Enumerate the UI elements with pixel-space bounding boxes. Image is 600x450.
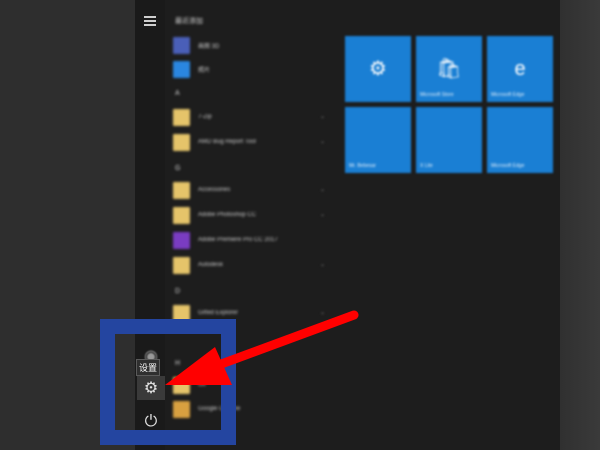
tile-4[interactable]: Mr. Bebesar	[345, 107, 411, 173]
section-header-recent: 最近添加	[175, 18, 203, 25]
chevron-down-icon[interactable]: ⌄	[320, 211, 325, 218]
premiere-icon	[173, 231, 190, 249]
folder-icon	[173, 304, 190, 322]
store-icon: 🛍	[436, 58, 462, 80]
paint3d-icon	[173, 36, 190, 54]
app-item-chrome[interactable]: Google Chrome	[173, 398, 333, 420]
start-menu: 最近添加 画图 3D 照片 A 7-Zip ⌄ AMD Bug Report T…	[135, 0, 560, 450]
tile-grid: ⚙ 🛍 Microsoft Store e Microsoft Edge Mr.…	[345, 36, 555, 176]
app-item-photos[interactable]: 照片	[173, 58, 333, 80]
app-item-premiere[interactable]: Adobe Premiere Pro CC 2017	[173, 229, 333, 251]
app-label: Adobe Premiere Pro CC 2017	[198, 237, 278, 243]
section-header-d: D	[175, 288, 181, 295]
chevron-down-icon[interactable]: ⌄	[320, 186, 325, 193]
app-label: Adobe Photoshop CC	[198, 212, 257, 218]
hamburger-menu-icon[interactable]	[144, 16, 156, 26]
app-label: Git	[198, 382, 206, 388]
desktop-background-left	[0, 0, 135, 450]
chrome-icon	[173, 400, 190, 418]
chevron-down-icon[interactable]: ⌄	[320, 309, 325, 316]
tile-label: Microsoft Edge	[491, 163, 525, 169]
app-label: Google Chrome	[198, 406, 241, 412]
app-label: AMD Bug Report Tool	[198, 139, 256, 145]
tile-settings[interactable]: ⚙	[345, 36, 411, 102]
folder-icon	[173, 256, 190, 274]
edge-icon: e	[514, 58, 526, 80]
chevron-down-icon[interactable]: ⌄	[320, 261, 325, 268]
app-list: 最近添加 画图 3D 照片 A 7-Zip ⌄ AMD Bug Report T…	[165, 0, 340, 450]
app-item-accessories[interactable]: Accessories ⌄	[173, 179, 333, 201]
tile-label: Microsoft Edge	[491, 92, 525, 98]
app-label: 7-Zip	[198, 114, 212, 120]
app-item-paint3d[interactable]: 画图 3D	[173, 34, 333, 56]
tile-6[interactable]: Microsoft Edge	[487, 107, 553, 173]
app-item-7zip[interactable]: 7-Zip ⌄	[173, 106, 333, 128]
power-icon[interactable]: ⏻	[137, 410, 165, 434]
app-item-amd[interactable]: AMD Bug Report Tool ⌄	[173, 131, 333, 153]
desktop-background-right	[560, 0, 600, 450]
folder-icon	[173, 206, 190, 224]
tile-label: Microsoft Store	[420, 92, 454, 98]
settings-tooltip: 设置	[136, 359, 160, 376]
tile-label: Mr. Bebesar	[349, 163, 376, 169]
app-item-photoshop[interactable]: Adobe Photoshop CC ⌄	[173, 204, 333, 226]
section-header-g: G	[175, 165, 181, 172]
tile-edge[interactable]: e Microsoft Edge	[487, 36, 553, 102]
photos-icon	[173, 60, 190, 78]
folder-icon	[173, 181, 190, 199]
chevron-down-icon[interactable]: ⌄	[320, 113, 325, 120]
folder-icon	[173, 133, 190, 151]
settings-gear-icon[interactable]: ⚙	[137, 376, 165, 400]
section-header-h: H	[175, 360, 181, 367]
app-label: Gifted Explorer	[198, 310, 239, 316]
tile-store[interactable]: 🛍 Microsoft Store	[416, 36, 482, 102]
app-item-autodesk[interactable]: Autodesk ⌄	[173, 254, 333, 276]
folder-icon	[173, 108, 190, 126]
app-label: 照片	[198, 67, 211, 74]
tile-label: X Lite	[420, 163, 433, 169]
app-item-git[interactable]: Git	[173, 374, 333, 396]
folder-icon	[173, 376, 190, 394]
app-label: 画图 3D	[198, 43, 220, 50]
app-label: Accessories	[198, 187, 231, 193]
app-label: Autodesk	[198, 262, 224, 268]
chevron-down-icon[interactable]: ⌄	[320, 138, 325, 145]
gear-icon: ⚙	[369, 58, 387, 80]
tile-5[interactable]: X Lite	[416, 107, 482, 173]
section-header-a: A	[175, 90, 180, 97]
app-item-gifted[interactable]: Gifted Explorer ⌄	[173, 302, 333, 324]
